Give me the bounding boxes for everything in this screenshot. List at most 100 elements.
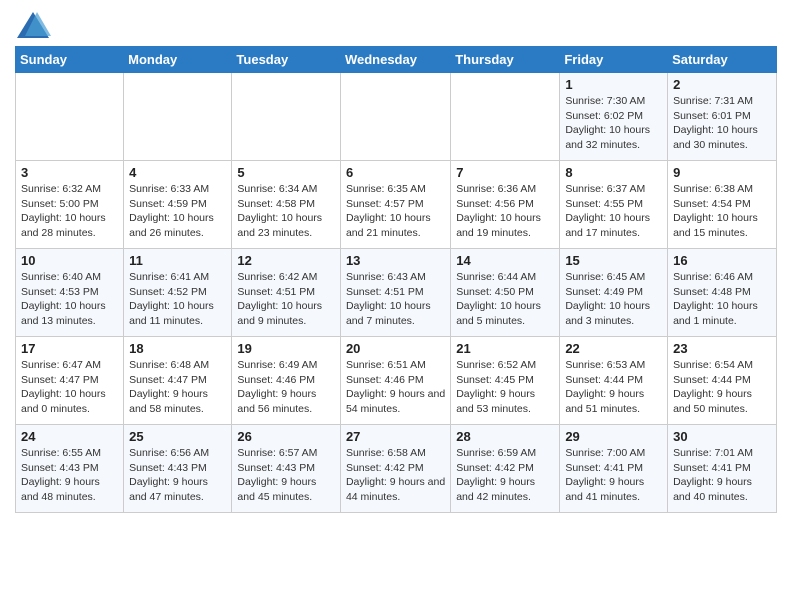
day-number: 11 (129, 253, 226, 268)
calendar-cell (340, 73, 450, 161)
calendar-week-row: 3 Sunrise: 6:32 AM Sunset: 5:00 PM Daylig… (16, 161, 777, 249)
calendar-cell: 10 Sunrise: 6:40 AM Sunset: 4:53 PM Dayli… (16, 249, 124, 337)
day-number: 5 (237, 165, 335, 180)
day-detail: Sunrise: 6:45 AM Sunset: 4:49 PM Dayligh… (565, 270, 662, 329)
calendar-cell (451, 73, 560, 161)
day-number: 8 (565, 165, 662, 180)
calendar-cell (232, 73, 341, 161)
day-number: 18 (129, 341, 226, 356)
day-detail: Sunrise: 7:30 AM Sunset: 6:02 PM Dayligh… (565, 94, 662, 153)
day-number: 28 (456, 429, 554, 444)
day-number: 10 (21, 253, 118, 268)
day-number: 26 (237, 429, 335, 444)
calendar-cell: 2 Sunrise: 7:31 AM Sunset: 6:01 PM Daylig… (668, 73, 777, 161)
day-detail: Sunrise: 6:42 AM Sunset: 4:51 PM Dayligh… (237, 270, 335, 329)
day-detail: Sunrise: 6:52 AM Sunset: 4:45 PM Dayligh… (456, 358, 554, 417)
day-detail: Sunrise: 6:59 AM Sunset: 4:42 PM Dayligh… (456, 446, 554, 505)
calendar-cell: 21 Sunrise: 6:52 AM Sunset: 4:45 PM Dayli… (451, 337, 560, 425)
calendar-cell: 11 Sunrise: 6:41 AM Sunset: 4:52 PM Dayli… (124, 249, 232, 337)
day-detail: Sunrise: 6:58 AM Sunset: 4:42 PM Dayligh… (346, 446, 445, 505)
day-number: 24 (21, 429, 118, 444)
logo (15, 10, 55, 40)
day-number: 7 (456, 165, 554, 180)
day-detail: Sunrise: 6:55 AM Sunset: 4:43 PM Dayligh… (21, 446, 118, 505)
day-detail: Sunrise: 6:53 AM Sunset: 4:44 PM Dayligh… (565, 358, 662, 417)
calendar-cell: 3 Sunrise: 6:32 AM Sunset: 5:00 PM Daylig… (16, 161, 124, 249)
day-number: 30 (673, 429, 771, 444)
day-detail: Sunrise: 6:40 AM Sunset: 4:53 PM Dayligh… (21, 270, 118, 329)
calendar-cell: 15 Sunrise: 6:45 AM Sunset: 4:49 PM Dayli… (560, 249, 668, 337)
day-detail: Sunrise: 6:33 AM Sunset: 4:59 PM Dayligh… (129, 182, 226, 241)
day-detail: Sunrise: 6:46 AM Sunset: 4:48 PM Dayligh… (673, 270, 771, 329)
calendar-table: SundayMondayTuesdayWednesdayThursdayFrid… (15, 46, 777, 513)
day-detail: Sunrise: 6:47 AM Sunset: 4:47 PM Dayligh… (21, 358, 118, 417)
day-detail: Sunrise: 6:44 AM Sunset: 4:50 PM Dayligh… (456, 270, 554, 329)
calendar-cell: 14 Sunrise: 6:44 AM Sunset: 4:50 PM Dayli… (451, 249, 560, 337)
calendar-week-row: 10 Sunrise: 6:40 AM Sunset: 4:53 PM Dayli… (16, 249, 777, 337)
day-header-monday: Monday (124, 47, 232, 73)
calendar-cell (124, 73, 232, 161)
day-number: 6 (346, 165, 445, 180)
logo-icon (15, 10, 51, 40)
day-detail: Sunrise: 6:54 AM Sunset: 4:44 PM Dayligh… (673, 358, 771, 417)
calendar-cell: 4Sunrise: 6:33 AM Sunset: 4:59 PM Daylig… (124, 161, 232, 249)
calendar-cell: 16 Sunrise: 6:46 AM Sunset: 4:48 PM Dayli… (668, 249, 777, 337)
day-detail: Sunrise: 7:00 AM Sunset: 4:41 PM Dayligh… (565, 446, 662, 505)
calendar-cell (16, 73, 124, 161)
day-detail: Sunrise: 7:01 AM Sunset: 4:41 PM Dayligh… (673, 446, 771, 505)
calendar-cell: 13 Sunrise: 6:43 AM Sunset: 4:51 PM Dayli… (340, 249, 450, 337)
calendar-cell: 6 Sunrise: 6:35 AM Sunset: 4:57 PM Daylig… (340, 161, 450, 249)
calendar-cell: 26 Sunrise: 6:57 AM Sunset: 4:43 PM Dayli… (232, 425, 341, 513)
calendar-cell: 24 Sunrise: 6:55 AM Sunset: 4:43 PM Dayli… (16, 425, 124, 513)
day-detail: Sunrise: 6:48 AM Sunset: 4:47 PM Dayligh… (129, 358, 226, 417)
day-header-wednesday: Wednesday (340, 47, 450, 73)
day-detail: Sunrise: 6:38 AM Sunset: 4:54 PM Dayligh… (673, 182, 771, 241)
day-detail: Sunrise: 6:49 AM Sunset: 4:46 PM Dayligh… (237, 358, 335, 417)
calendar-cell: 29Sunrise: 7:00 AM Sunset: 4:41 PM Dayli… (560, 425, 668, 513)
day-detail: Sunrise: 6:41 AM Sunset: 4:52 PM Dayligh… (129, 270, 226, 329)
day-number: 14 (456, 253, 554, 268)
day-number: 15 (565, 253, 662, 268)
day-detail: Sunrise: 6:43 AM Sunset: 4:51 PM Dayligh… (346, 270, 445, 329)
day-number: 19 (237, 341, 335, 356)
day-number: 21 (456, 341, 554, 356)
day-number: 2 (673, 77, 771, 92)
day-detail: Sunrise: 6:37 AM Sunset: 4:55 PM Dayligh… (565, 182, 662, 241)
day-detail: Sunrise: 6:51 AM Sunset: 4:46 PM Dayligh… (346, 358, 445, 417)
day-detail: Sunrise: 6:56 AM Sunset: 4:43 PM Dayligh… (129, 446, 226, 505)
day-number: 9 (673, 165, 771, 180)
day-detail: Sunrise: 6:35 AM Sunset: 4:57 PM Dayligh… (346, 182, 445, 241)
day-number: 23 (673, 341, 771, 356)
calendar-cell: 7 Sunrise: 6:36 AM Sunset: 4:56 PM Daylig… (451, 161, 560, 249)
calendar-week-row: 1 Sunrise: 7:30 AM Sunset: 6:02 PM Daylig… (16, 73, 777, 161)
day-number: 3 (21, 165, 118, 180)
day-detail: Sunrise: 7:31 AM Sunset: 6:01 PM Dayligh… (673, 94, 771, 153)
calendar-cell: 5Sunrise: 6:34 AM Sunset: 4:58 PM Daylig… (232, 161, 341, 249)
day-detail: Sunrise: 6:32 AM Sunset: 5:00 PM Dayligh… (21, 182, 118, 241)
calendar-cell: 27 Sunrise: 6:58 AM Sunset: 4:42 PM Dayli… (340, 425, 450, 513)
day-number: 25 (129, 429, 226, 444)
calendar-cell: 17 Sunrise: 6:47 AM Sunset: 4:47 PM Dayli… (16, 337, 124, 425)
calendar-cell: 23 Sunrise: 6:54 AM Sunset: 4:44 PM Dayli… (668, 337, 777, 425)
day-header-tuesday: Tuesday (232, 47, 341, 73)
day-detail: Sunrise: 6:36 AM Sunset: 4:56 PM Dayligh… (456, 182, 554, 241)
day-number: 17 (21, 341, 118, 356)
calendar-cell: 19 Sunrise: 6:49 AM Sunset: 4:46 PM Dayli… (232, 337, 341, 425)
day-header-thursday: Thursday (451, 47, 560, 73)
calendar-cell: 25 Sunrise: 6:56 AM Sunset: 4:43 PM Dayli… (124, 425, 232, 513)
day-number: 12 (237, 253, 335, 268)
day-detail: Sunrise: 6:57 AM Sunset: 4:43 PM Dayligh… (237, 446, 335, 505)
day-number: 13 (346, 253, 445, 268)
day-number: 20 (346, 341, 445, 356)
calendar-cell: 9 Sunrise: 6:38 AM Sunset: 4:54 PM Daylig… (668, 161, 777, 249)
calendar-cell: 1 Sunrise: 7:30 AM Sunset: 6:02 PM Daylig… (560, 73, 668, 161)
page-header (15, 10, 777, 40)
day-number: 1 (565, 77, 662, 92)
calendar-cell: 30 Sunrise: 7:01 AM Sunset: 4:41 PM Dayli… (668, 425, 777, 513)
calendar-week-row: 24 Sunrise: 6:55 AM Sunset: 4:43 PM Dayli… (16, 425, 777, 513)
day-number: 27 (346, 429, 445, 444)
calendar-cell: 28 Sunrise: 6:59 AM Sunset: 4:42 PM Dayli… (451, 425, 560, 513)
day-number: 16 (673, 253, 771, 268)
calendar-cell: 8 Sunrise: 6:37 AM Sunset: 4:55 PM Daylig… (560, 161, 668, 249)
day-header-sunday: Sunday (16, 47, 124, 73)
